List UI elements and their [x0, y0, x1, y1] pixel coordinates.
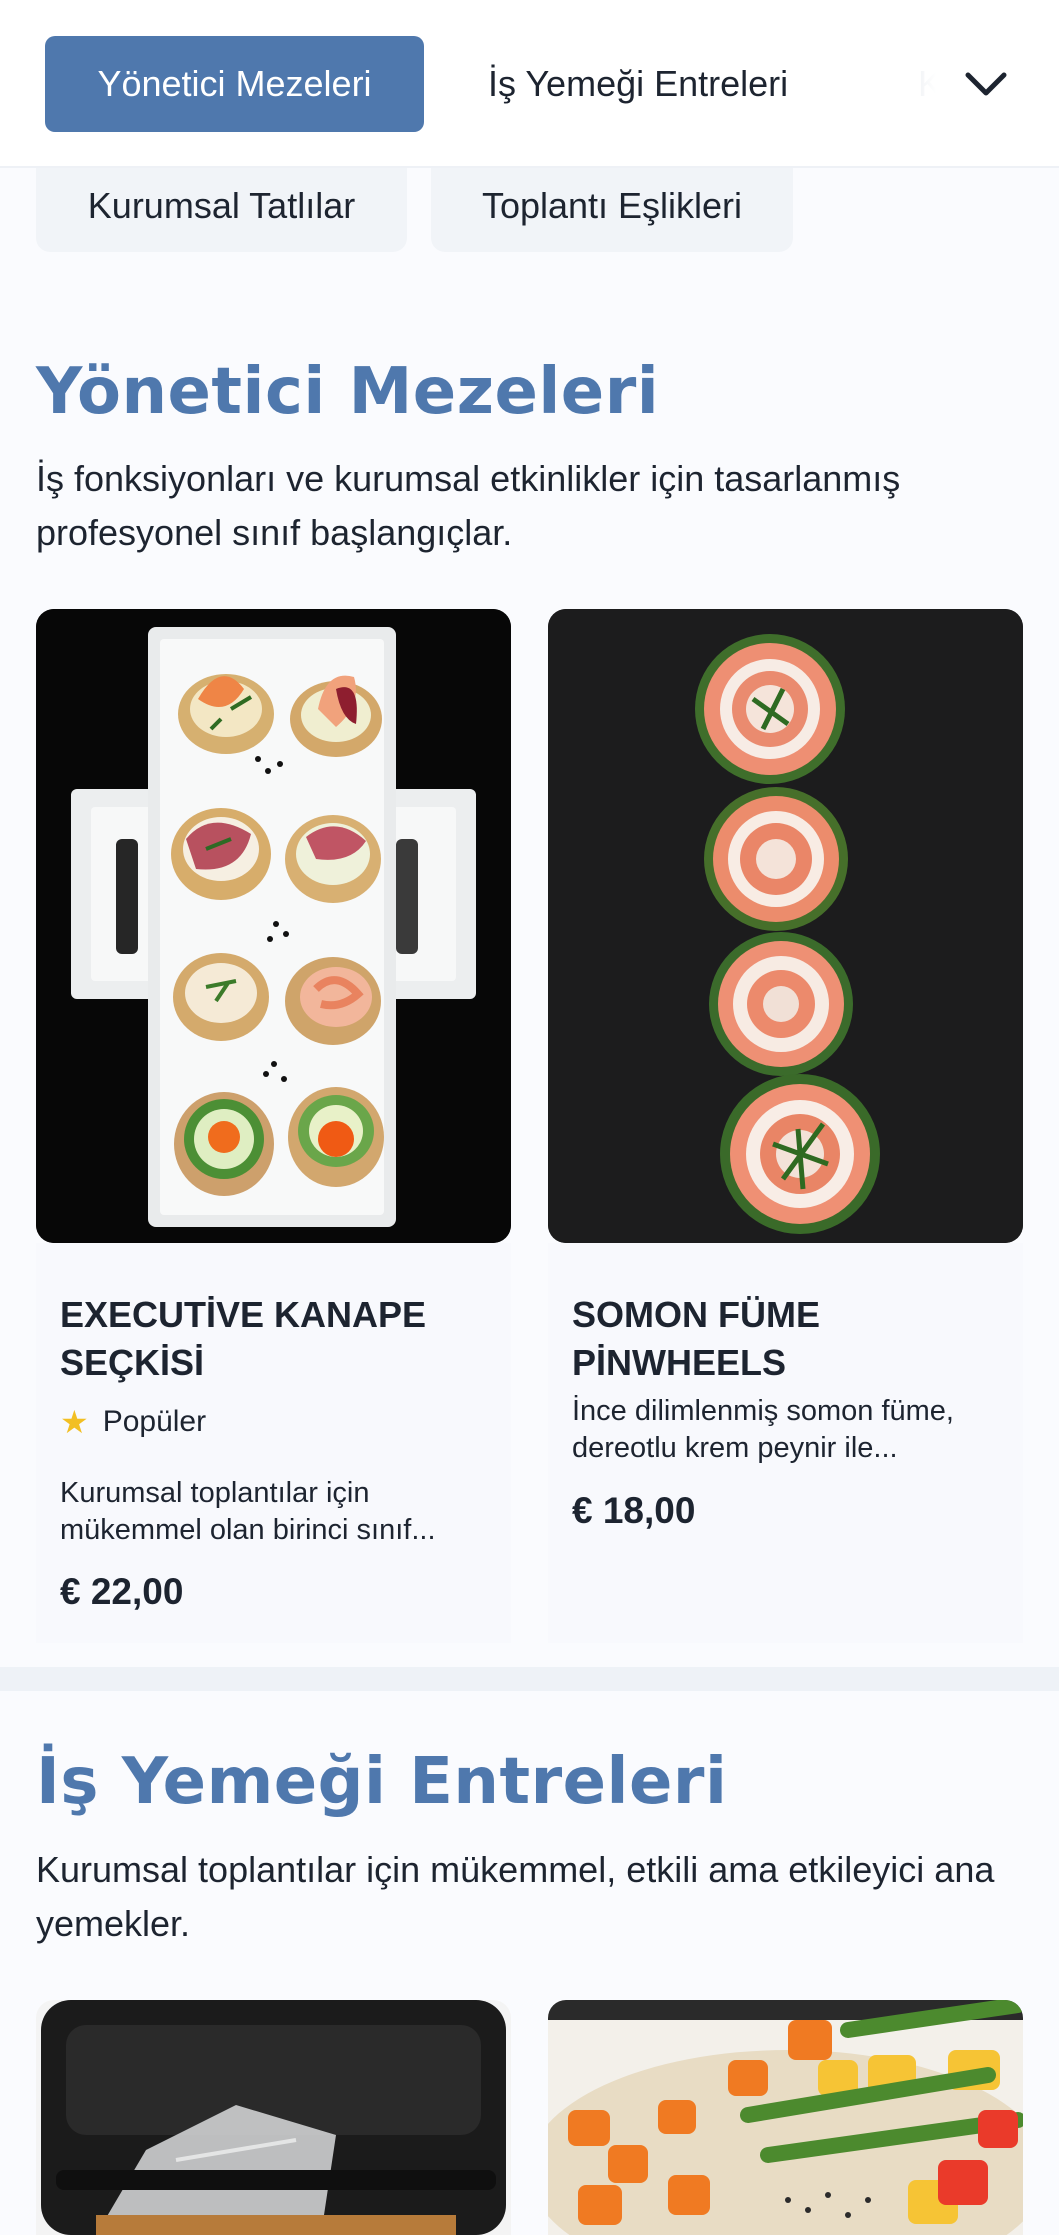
section-description: Kurumsal toplantılar için mükemmel, etki…: [36, 1849, 995, 1944]
card-price: € 18,00: [572, 1490, 696, 1531]
section-title-yonetici-mezeleri: Yönetici Mezeleri: [36, 355, 660, 429]
card-title: EXECUTİVE KANAPE SEÇKİSİ: [60, 1294, 427, 1383]
pill-toplanti-eslikleri[interactable]: Toplantı Eşlikleri: [431, 160, 793, 252]
pill-kurumsal-tatlilar[interactable]: Kurumsal Tatlılar: [36, 160, 407, 252]
card-price: € 22,00: [60, 1571, 184, 1612]
section-description: İş fonksiyonları ve kurumsal etkinlikler…: [36, 458, 901, 553]
entree-image-quinoa-vegetables[interactable]: [548, 2000, 1023, 2235]
card-description: Kurumsal toplantılar için mükemmel olan …: [60, 1477, 436, 1546]
section-divider: [0, 1667, 1059, 1691]
tab-yonetici-mezeleri[interactable]: Yönetici Mezeleri: [45, 36, 424, 132]
somon-fume-pinwheels-image[interactable]: [548, 609, 1023, 1243]
section-title-is-yemegi-entreleri: İş Yemeği Entreleri: [36, 1745, 728, 1819]
card-executive-kanape[interactable]: EXECUTİVE KANAPE SEÇKİSİ ★ Popüler Kurum…: [36, 1243, 511, 1643]
card-description: İnce dilimlenmiş somon füme, dereotlu kr…: [572, 1395, 954, 1464]
card-somon-fume-pinwheels[interactable]: SOMON FÜME PİNWHEELS İnce dilimlenmiş so…: [548, 1243, 1023, 1643]
star-icon: ★: [60, 1404, 89, 1440]
badge-label: Popüler: [102, 1405, 207, 1438]
tab-is-yemegi-entreleri[interactable]: İş Yemeği Entreleri: [488, 36, 788, 132]
executive-kanape-image[interactable]: [36, 609, 511, 1243]
popular-badge: ★ Popüler: [60, 1403, 206, 1441]
card-title: SOMON FÜME PİNWHEELS: [572, 1294, 820, 1383]
chevron-down-icon[interactable]: [960, 58, 1012, 110]
entree-image-boxed-meal[interactable]: [36, 2000, 511, 2235]
tab-partially-hidden[interactable]: K: [918, 36, 942, 132]
category-nav-bar: Yönetici Mezeleri İş Yemeği Entreleri K: [0, 0, 1059, 168]
